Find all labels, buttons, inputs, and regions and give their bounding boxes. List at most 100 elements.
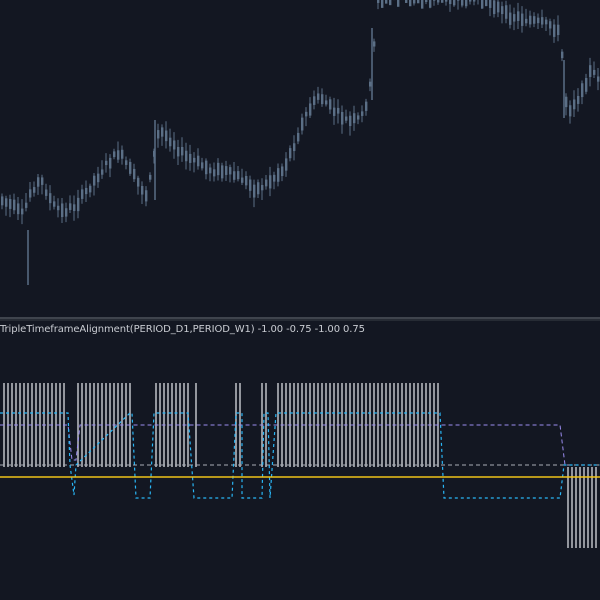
- candle-body: [521, 13, 524, 26]
- candle-body: [17, 203, 20, 215]
- candle-body: [361, 111, 364, 116]
- candle-body: [97, 173, 100, 183]
- candle-body: [337, 107, 340, 114]
- candle-body: [121, 149, 124, 159]
- candle-body: [565, 96, 568, 108]
- candle-body: [5, 198, 8, 207]
- chart-window[interactable]: TripleTimeframeAlignment(PERIOD_D1,PERIO…: [0, 0, 600, 600]
- candle-body: [409, 0, 412, 7]
- candle-body: [105, 160, 108, 166]
- candle-body: [45, 189, 48, 196]
- candle-body: [213, 169, 216, 177]
- candle-body: [461, 0, 464, 6]
- candle-body: [377, 0, 380, 3]
- candle-body: [541, 17, 544, 25]
- candle-body: [373, 41, 376, 47]
- candle-body: [445, 0, 448, 2]
- candle-body: [149, 174, 152, 180]
- candle-body: [381, 0, 384, 8]
- candle-body: [449, 0, 452, 5]
- candle-body: [545, 19, 548, 25]
- candle-body: [129, 161, 132, 174]
- candle-body: [357, 115, 360, 120]
- candle-body: [221, 165, 224, 179]
- candle-body: [505, 5, 508, 19]
- candle-body: [77, 197, 80, 212]
- candle-body: [557, 24, 560, 36]
- candle-body: [413, 0, 416, 4]
- candle-body: [313, 96, 316, 105]
- candle-body: [253, 184, 256, 198]
- indicator-pane[interactable]: [0, 340, 600, 600]
- candle-body: [277, 168, 280, 182]
- candle-body: [297, 132, 300, 142]
- candle-body: [145, 190, 148, 202]
- candle-body: [473, 0, 476, 2]
- candle-body: [417, 0, 420, 4]
- candle-body: [61, 203, 64, 218]
- candle-body: [125, 160, 128, 165]
- candle-body: [161, 127, 164, 137]
- candle-body: [309, 103, 312, 116]
- candle-body: [593, 69, 596, 75]
- candle-body: [469, 0, 472, 2]
- candle-body: [581, 83, 584, 98]
- price-pane[interactable]: [0, 0, 600, 318]
- candle-body: [525, 18, 528, 24]
- candle-body: [365, 101, 368, 111]
- candle-body: [113, 151, 116, 158]
- candle-body: [57, 205, 60, 211]
- candle-body: [369, 81, 372, 87]
- candle-body: [89, 185, 92, 193]
- candle-body: [209, 167, 212, 174]
- candle-body: [173, 140, 176, 150]
- candle-body: [429, 0, 432, 8]
- candle-body: [85, 187, 88, 195]
- candle-body: [537, 17, 540, 24]
- candle-body: [257, 182, 260, 195]
- candle-body: [481, 0, 484, 9]
- candle-body: [353, 113, 356, 124]
- candle-body: [501, 6, 504, 15]
- candle-body: [585, 78, 588, 92]
- candle-body: [333, 107, 336, 116]
- candle-body: [489, 0, 492, 8]
- candle-body: [117, 150, 120, 160]
- candle-body: [273, 174, 276, 182]
- candle-body: [217, 162, 220, 176]
- candle-body: [93, 175, 96, 186]
- candle-body: [589, 65, 592, 78]
- candle-body: [201, 162, 204, 169]
- candle-body: [549, 21, 552, 29]
- candle-body: [73, 204, 76, 212]
- candle-body: [169, 137, 172, 147]
- candle-body: [157, 130, 160, 139]
- candle-body: [497, 1, 500, 13]
- candle-body: [197, 155, 200, 167]
- candle-body: [269, 175, 272, 189]
- candle-body: [225, 166, 228, 175]
- candle-body: [397, 0, 400, 7]
- candle-body: [509, 12, 512, 25]
- candle-body: [261, 184, 264, 191]
- candle-body: [165, 130, 168, 142]
- candle-body: [457, 0, 460, 1]
- candle-body: [9, 199, 12, 209]
- pane-separator[interactable]: [0, 316, 600, 322]
- candle-body: [237, 171, 240, 180]
- candle-body: [109, 157, 112, 169]
- candle-body: [577, 95, 580, 104]
- candle-body: [189, 153, 192, 163]
- candle-body: [437, 0, 440, 3]
- candle-body: [433, 0, 436, 1]
- candle-body: [133, 168, 136, 180]
- candle-body: [425, 0, 428, 3]
- candle-body: [229, 167, 232, 175]
- candle-body: [101, 169, 104, 175]
- candle-body: [441, 0, 444, 3]
- candle-body: [185, 150, 188, 162]
- candle-body: [493, 0, 496, 15]
- candle-body: [293, 143, 296, 152]
- candle-body: [345, 116, 348, 121]
- candle-body: [421, 0, 424, 9]
